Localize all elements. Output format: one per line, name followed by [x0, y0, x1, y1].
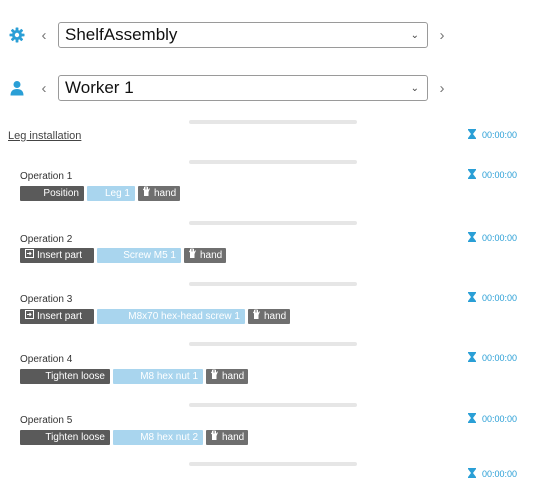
hand-icon [142, 186, 151, 201]
previous-assembly-button[interactable]: ‹ [34, 27, 54, 44]
tool-label: hand [200, 250, 223, 261]
hourglass-icon [468, 232, 476, 244]
tool-tag: hand [206, 369, 249, 384]
operation-time: 00:00:00 [482, 414, 518, 424]
hourglass-icon [468, 292, 476, 304]
insert-icon [25, 248, 34, 263]
operation-tags: Tighten loose M8 hex nut 2 hand [20, 430, 249, 445]
hourglass-icon [468, 169, 476, 181]
separator [189, 403, 357, 407]
part-tag: M8 hex nut 2 [113, 430, 203, 445]
hand-icon [210, 369, 219, 384]
operation-timer: 00:00:00 [468, 352, 517, 364]
operation-title: Operation 1 [20, 171, 73, 182]
next-worker-button[interactable]: › [432, 80, 452, 97]
operation-title: Operation 3 [20, 294, 73, 305]
tool-tag: hand [248, 309, 291, 324]
operation-time: 00:00:00 [482, 353, 518, 363]
assembly-select[interactable]: ShelfAssembly ⌄ [58, 22, 428, 48]
operation-time: 00:00:00 [482, 469, 518, 479]
operation-timer: 00:00:00 [468, 413, 517, 425]
next-assembly-button[interactable]: › [432, 27, 452, 44]
operation-timer: 00:00:00 [468, 232, 517, 244]
operation-tags: Insert part M8x70 hex-head screw 1 hand [20, 309, 291, 324]
operation-time: 00:00:00 [482, 233, 518, 243]
action-label: Insert part [37, 250, 83, 261]
action-label: Position [43, 188, 79, 199]
hand-icon [252, 309, 261, 324]
separator [189, 120, 357, 124]
part-tag: Leg 1 [87, 186, 135, 201]
worker-select[interactable]: Worker 1 ⌄ [58, 75, 428, 101]
separator [189, 462, 357, 466]
hourglass-icon [468, 413, 476, 425]
operation-tags: Position Leg 1 hand [20, 186, 181, 201]
hand-icon [188, 248, 197, 263]
part-label: M8 hex nut 2 [140, 432, 198, 443]
tool-label: hand [222, 371, 245, 382]
group-timer: 00:00:00 [468, 129, 517, 141]
action-tag: Position [20, 186, 84, 201]
operation-tags: Tighten loose M8 hex nut 1 hand [20, 369, 249, 384]
part-label: Screw M5 1 [123, 250, 176, 261]
assembly-selector-row: ‹ ShelfAssembly ⌄ › [8, 20, 452, 50]
tool-label: hand [154, 188, 177, 199]
operation-time: 00:00:00 [482, 293, 518, 303]
insert-icon [25, 309, 34, 324]
operation-timer: 00:00:00 [468, 292, 517, 304]
operation-timer: 00:00:00 [468, 169, 517, 181]
operation-timer: 00:00:00 [468, 468, 517, 480]
chevron-down-icon: ⌄ [410, 29, 419, 41]
tool-label: hand [222, 432, 245, 443]
user-icon[interactable] [8, 79, 26, 97]
tool-label: hand [264, 311, 287, 322]
chevron-down-icon: ⌄ [410, 82, 419, 94]
part-tag: Screw M5 1 [97, 248, 181, 263]
previous-worker-button[interactable]: ‹ [34, 80, 54, 97]
operation-time: 00:00:00 [482, 170, 518, 180]
tool-tag: hand [206, 430, 249, 445]
action-label: Tighten loose [45, 371, 105, 382]
group-time: 00:00:00 [482, 130, 518, 140]
action-label: Tighten loose [45, 432, 105, 443]
hourglass-icon [468, 129, 476, 141]
worker-selector-row: ‹ Worker 1 ⌄ › [8, 73, 452, 103]
separator [189, 282, 357, 286]
tool-tag: hand [184, 248, 227, 263]
action-label: Insert part [37, 311, 83, 322]
action-tag: Insert part [20, 309, 94, 324]
group-title-link[interactable]: Leg installation [8, 130, 81, 142]
action-tag: Tighten loose [20, 430, 110, 445]
gear-icon[interactable] [8, 26, 26, 44]
separator [189, 342, 357, 346]
action-tag: Tighten loose [20, 369, 110, 384]
operation-title: Operation 4 [20, 354, 73, 365]
tool-tag: hand [138, 186, 181, 201]
separator [189, 160, 357, 164]
hand-icon [210, 430, 219, 445]
operation-title: Operation 2 [20, 234, 73, 245]
operation-title: Operation 5 [20, 415, 73, 426]
operation-tags: Insert part Screw M5 1 hand [20, 248, 227, 263]
action-tag: Insert part [20, 248, 94, 263]
part-tag: M8 hex nut 1 [113, 369, 203, 384]
hourglass-icon [468, 468, 476, 480]
part-label: M8x70 hex-head screw 1 [128, 311, 240, 322]
assembly-select-value: ShelfAssembly [65, 25, 178, 44]
worker-select-value: Worker 1 [65, 78, 134, 97]
part-label: M8 hex nut 1 [140, 371, 198, 382]
part-label: Leg 1 [104, 188, 130, 199]
separator [189, 221, 357, 225]
part-tag: M8x70 hex-head screw 1 [97, 309, 245, 324]
hourglass-icon [468, 352, 476, 364]
